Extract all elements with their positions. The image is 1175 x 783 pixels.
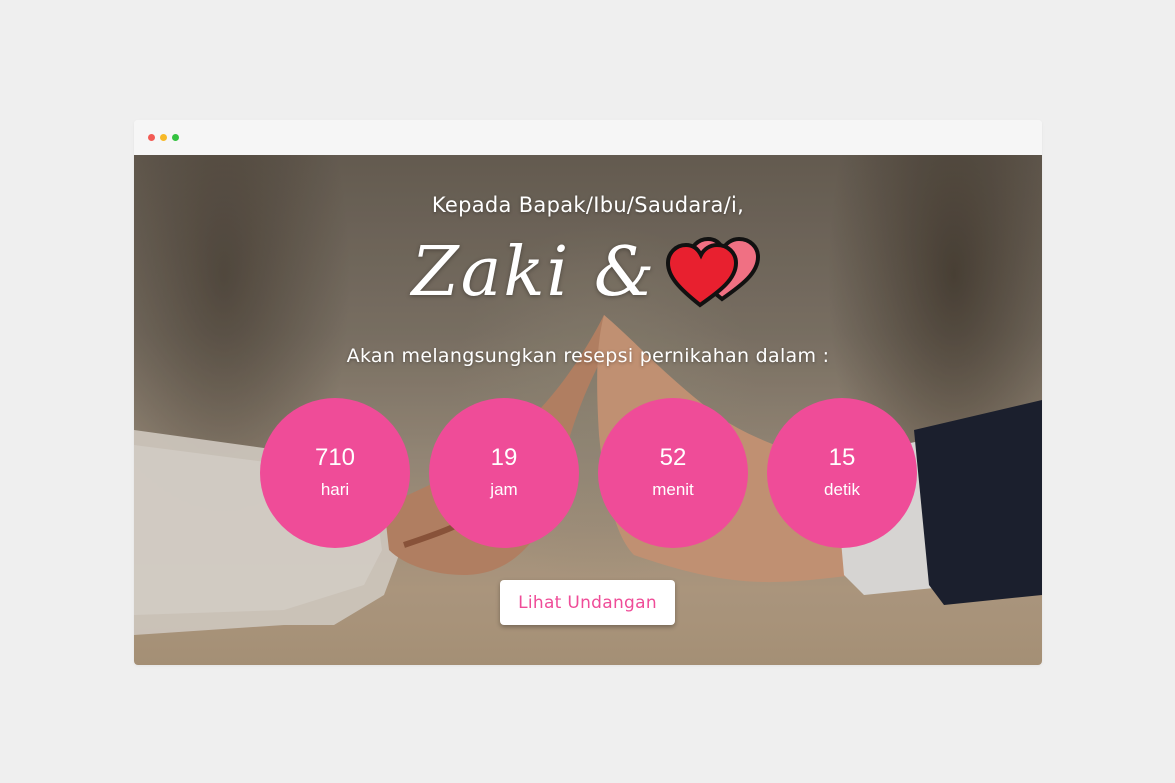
countdown-hours-value: 19 xyxy=(490,444,518,471)
countdown-minutes-value: 52 xyxy=(659,444,687,471)
event-subtitle: Akan melangsungkan resepsi pernikahan da… xyxy=(346,345,830,367)
browser-window: Kepada Bapak/Ibu/Saudara/i, Zaki & Akan … xyxy=(134,120,1042,665)
countdown-hours: 19 jam xyxy=(429,398,579,548)
couple-names: Zaki & xyxy=(411,233,657,312)
hero-section: Kepada Bapak/Ibu/Saudara/i, Zaki & Akan … xyxy=(134,155,1042,665)
double-heart-icon xyxy=(665,236,761,308)
countdown-hours-label: jam xyxy=(490,480,518,499)
countdown-minutes: 52 menit xyxy=(598,398,748,548)
countdown-days-label: hari xyxy=(320,480,350,499)
countdown-minutes-label: menit xyxy=(652,480,694,499)
view-invitation-button[interactable]: Lihat Undangan xyxy=(500,580,675,625)
maximize-window-dot[interactable] xyxy=(172,134,179,141)
window-titlebar xyxy=(134,120,1042,156)
minimize-window-dot[interactable] xyxy=(160,134,167,141)
countdown-seconds-value: 15 xyxy=(828,444,856,471)
close-window-dot[interactable] xyxy=(148,134,155,141)
countdown-days: 710 hari xyxy=(260,398,410,548)
greeting-text: Kepada Bapak/Ibu/Saudara/i, xyxy=(431,193,745,217)
countdown-seconds-label: detik xyxy=(824,480,860,499)
countdown-days-value: 710 xyxy=(314,444,356,471)
countdown-seconds: 15 detik xyxy=(767,398,917,548)
